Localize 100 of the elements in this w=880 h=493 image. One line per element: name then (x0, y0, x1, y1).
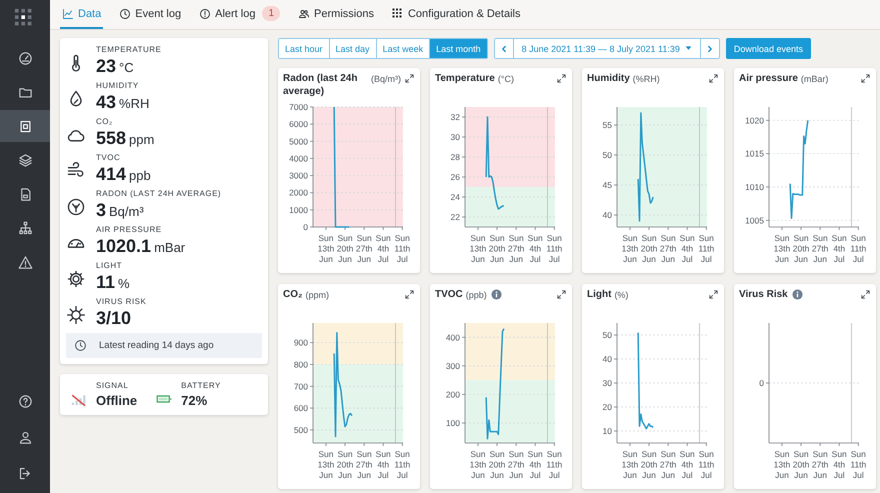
x-tick-label: Sun 13th Jun (622, 449, 638, 480)
x-tick-label: Sun 4th Jul (376, 233, 391, 264)
reading-value: 414 (96, 165, 126, 183)
reading-unit: Bq/m³ (109, 205, 144, 218)
caret-icon (684, 46, 692, 51)
x-tick-label: Sun 27th Jun (660, 449, 676, 480)
x-tick-label: Sun 11th Jul (698, 449, 714, 480)
x-tick-label: Sun 11th Jul (546, 449, 562, 480)
gear-icon (66, 269, 86, 289)
y-tick-label: 1020 (745, 115, 764, 126)
x-tick-label: Sun 27th Jun (812, 233, 828, 264)
chart-title: Virus Risk (739, 289, 788, 302)
tab[interactable]: Configuration & Details (390, 0, 522, 29)
chart-unit: (Bq/m³) (371, 73, 401, 86)
chart-title: TVOC (435, 289, 463, 302)
tab[interactable]: Permissions (296, 0, 376, 29)
expand-icon[interactable] (404, 73, 415, 84)
chart-title: Air pressure (739, 73, 798, 86)
download-events-button[interactable]: Download events (726, 38, 811, 59)
signal-value: Offline (96, 393, 138, 408)
logout-icon (18, 466, 32, 480)
y-tick-label: 1015 (745, 148, 764, 159)
tab[interactable]: Data (60, 0, 104, 29)
y-tick-label: 700 (294, 381, 308, 392)
expand-icon[interactable] (708, 289, 719, 300)
sidebar-item[interactable] (0, 110, 50, 142)
x-tick-label: Sun 11th Jul (394, 449, 410, 480)
x-tick-label: Sun 13th Jun (318, 449, 334, 480)
expand-icon[interactable] (860, 73, 871, 84)
x-tick-label: Sun 4th Jul (832, 233, 847, 264)
y-tick-label: 200 (446, 389, 460, 400)
clock-icon (74, 339, 87, 352)
device-icon (18, 118, 32, 134)
reading-value: 43 (96, 93, 116, 111)
y-tick-label: 300 (446, 360, 460, 371)
x-tick-label: Sun 20th Jun (336, 449, 354, 480)
y-tick-label: 30 (450, 132, 460, 142)
y-tick-label: 2000 (289, 188, 308, 198)
reading-label: CO₂ (96, 117, 114, 126)
x-tick-label: Sun 20th Jun (792, 449, 810, 480)
y-tick-label: 6000 (289, 119, 308, 130)
expand-icon[interactable] (860, 289, 871, 300)
tab[interactable]: Event log (117, 0, 184, 29)
y-tick-label: 50 (602, 150, 612, 160)
x-tick-label: Sun 20th Jun (640, 233, 658, 264)
x-tick-label: Sun 13th Jun (470, 449, 486, 480)
warning-icon (18, 254, 32, 270)
reading-label: RADON (LAST 24H AVERAGE) (96, 189, 222, 198)
y-tick-label: 28 (450, 152, 460, 162)
y-tick-label: 10 (602, 426, 612, 436)
y-tick-label: 26 (450, 172, 460, 182)
range-button[interactable]: Last hour (279, 39, 330, 58)
reading-value: 11 (96, 273, 116, 291)
range-button[interactable]: Last month (430, 39, 487, 58)
reading-unit: °C (119, 61, 134, 74)
x-tick-label: Sun 4th Jul (680, 233, 695, 264)
reading-unit: ppb (129, 169, 151, 182)
expand-icon[interactable] (556, 73, 567, 84)
expand-icon[interactable] (708, 73, 719, 84)
chart-unit: (°C) (498, 73, 514, 86)
y-tick-label: 45 (602, 180, 612, 190)
range-button[interactable]: Last week (376, 39, 430, 58)
y-tick-label: 500 (294, 424, 308, 435)
y-tick-label: 7000 (289, 102, 308, 112)
date-range-dropdown[interactable]: 8 June 2021 11:39 — 8 July 2021 11:39 (514, 39, 701, 58)
y-tick-label: 400 (446, 332, 460, 342)
y-tick-label: 5000 (289, 136, 308, 146)
expand-icon[interactable] (556, 289, 567, 300)
next-button[interactable] (700, 39, 719, 58)
reading-unit: % (118, 277, 130, 290)
reading-label: LIGHT (96, 261, 124, 270)
reading-unit: %RH (119, 97, 150, 110)
grid-icon (392, 8, 404, 20)
x-tick-label: Sun 20th Jun (336, 233, 354, 264)
previous-button[interactable] (494, 39, 514, 58)
y-tick-label: 22 (450, 212, 460, 222)
info-icon[interactable] (792, 289, 803, 300)
x-tick-label: Sun 13th Jun (622, 233, 638, 264)
x-tick-label: Sun 20th Jun (488, 233, 506, 264)
y-tick-label: 0 (303, 222, 308, 232)
user-icon (18, 430, 32, 444)
layers-icon (18, 152, 32, 168)
x-tick-label: Sun 11th Jul (546, 233, 562, 264)
y-tick-label: 3000 (289, 170, 308, 181)
line-chart-icon (62, 8, 74, 20)
chart-title: Radon (last 24h average) (283, 73, 358, 98)
chart-title: CO₂ (283, 289, 302, 302)
expand-icon[interactable] (404, 289, 415, 300)
reading-value: 3/10 (96, 309, 132, 327)
info-icon[interactable] (490, 289, 502, 300)
reading-value: 1020.1 (96, 237, 152, 255)
y-tick-label: 900 (294, 338, 308, 348)
battery-value: 72% (181, 393, 208, 408)
reading-value: 3 (96, 201, 106, 219)
y-tick-label: 50 (602, 330, 612, 340)
range-button[interactable]: Last day (330, 39, 377, 58)
x-tick-label: Sun 27th Jun (812, 449, 828, 480)
clock-icon (119, 8, 132, 20)
x-tick-label: Sun 11th Jul (698, 233, 714, 264)
tab[interactable]: Alert log 1 (197, 0, 282, 29)
